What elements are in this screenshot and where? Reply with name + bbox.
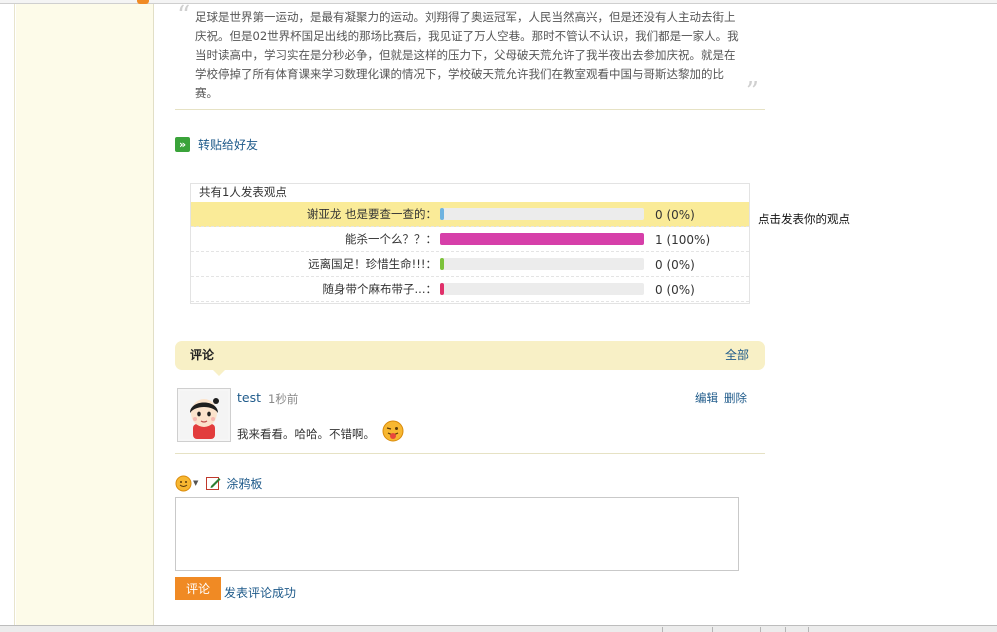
comment-username[interactable]: test [237, 390, 261, 405]
poll-header: 共有1人发表观点 [199, 185, 287, 199]
poll-option-result: 0 (0%) [655, 258, 695, 272]
poll-option-row: 远离国足！珍惜生命!!!： 0 (0%) [191, 252, 749, 277]
poll-bar-fill [440, 258, 444, 270]
post-your-opinion-link[interactable]: 点击发表你的观点 [758, 211, 850, 227]
delete-comment-link[interactable]: 删除 [724, 390, 747, 406]
poll-option-row: 能杀一个么？？： 1 (100%) [191, 227, 749, 252]
quote-text: 足球是世界第一运动，是最有凝聚力的运动。刘翔得了奥运冠军，人民当然高兴，但是还没… [195, 10, 739, 100]
comment-timestamp: 1秒前 [268, 392, 299, 406]
poll-option-label: 随身带个麻布带子...： [322, 282, 437, 296]
edit-comment-link[interactable]: 编辑 [695, 390, 718, 406]
poll-option-row: 谢亚龙 也是要查一查的： 0 (0%) [191, 202, 749, 227]
poll-bar-fill [440, 233, 644, 245]
all-comments-link[interactable]: 全部 [725, 341, 749, 369]
poll-option-label: 远离国足！珍惜生命!!!： [308, 257, 437, 271]
comments-header: 评论 全部 [175, 341, 765, 376]
doodle-board-label: 涂鸦板 [226, 476, 263, 491]
left-sidebar-column [16, 4, 154, 625]
poll-bar-track [440, 233, 644, 245]
poll-results: 共有1人发表观点 谢亚龙 也是要查一查的： 0 (0%) 能杀一个么？？： 1 … [190, 183, 750, 304]
chevron-down-icon: ▼ [193, 479, 199, 487]
poll-bar-fill [440, 208, 444, 220]
status-divider [662, 627, 663, 632]
emoticon-picker-button[interactable]: ▼ [175, 475, 198, 492]
tongue-out-emoticon-icon [382, 420, 404, 442]
status-divider [808, 627, 809, 632]
pencil-icon [206, 477, 221, 490]
poll-option-label: 谢亚龙 也是要查一查的： [306, 207, 437, 221]
poll-bar-track [440, 208, 644, 220]
open-quote-mark-icon: “ [177, 1, 191, 31]
comments-title: 评论 [190, 348, 215, 362]
doodle-board-button[interactable]: 涂鸦板 [206, 475, 262, 492]
close-quote-mark-icon: ” [745, 77, 759, 107]
browser-status-bar [0, 625, 997, 632]
poll-option-label: 能杀一个么？？： [345, 232, 437, 246]
comment-toolbar: ▼ 涂鸦板 [175, 473, 262, 493]
poll-bar-track [440, 283, 644, 295]
comment-text: 我来看看。哈哈。不错啊。 [237, 427, 375, 441]
comment-success-message: 发表评论成功 [224, 586, 297, 600]
poll-bar-track [440, 258, 644, 270]
submit-comment-button[interactable]: 评论 [175, 577, 221, 600]
article-quote: “ 足球是世界第一运动，是最有凝聚力的运动。刘翔得了奥运冠军，人民当然高兴，但是… [175, 1, 765, 110]
status-divider [712, 627, 713, 632]
status-divider [785, 627, 786, 632]
poll-option-result: 0 (0%) [655, 283, 695, 297]
poll-option-result: 0 (0%) [655, 208, 695, 222]
avatar-image [180, 391, 228, 439]
comment-input[interactable] [175, 497, 739, 571]
girl-avatar[interactable] [177, 388, 231, 442]
smiley-icon [175, 475, 192, 491]
poll-option-row: 随身带个麻布带子...： 0 (0%) [191, 277, 749, 302]
forward-arrows-icon: » [175, 136, 190, 152]
header-pointer-arrow [213, 370, 225, 376]
left-margin [0, 4, 15, 625]
status-divider [760, 627, 761, 632]
share-to-friend[interactable]: » 转贴给好友 [175, 135, 258, 153]
share-to-friend-link[interactable]: 转贴给好友 [198, 136, 258, 153]
poll-option-result: 1 (100%) [655, 233, 711, 247]
comment-item: test 1秒前 编辑 删除 我来看看。哈哈。不错啊。 [175, 384, 765, 454]
poll-bar-fill [440, 283, 444, 295]
